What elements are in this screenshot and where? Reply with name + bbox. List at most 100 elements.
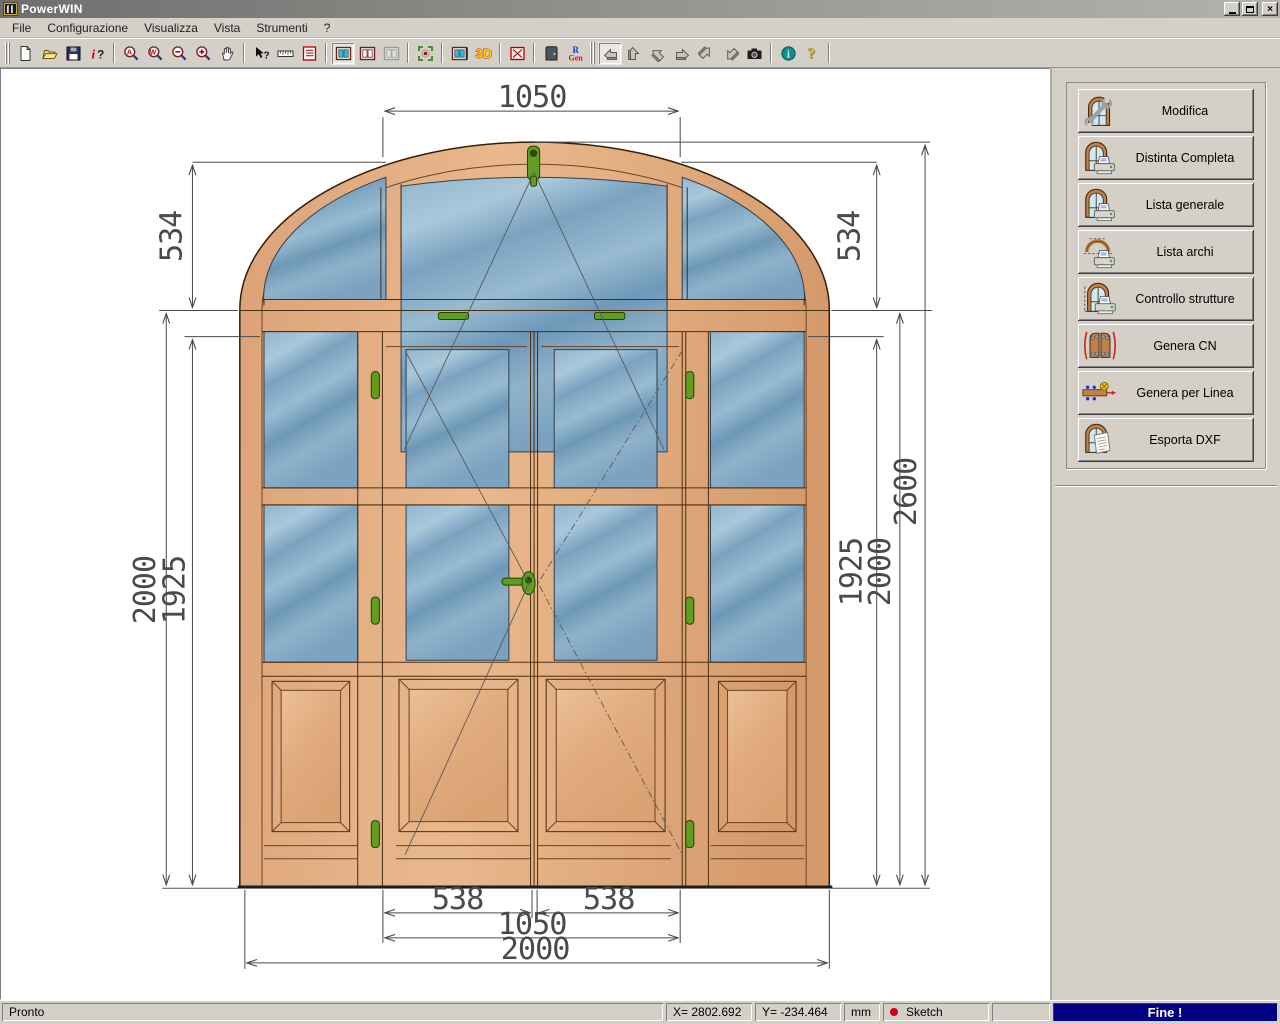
cnc-doors-icon bbox=[1078, 328, 1122, 364]
status-y-coordinate: Y= -234.464 bbox=[755, 1003, 841, 1021]
view-direction-2-button[interactable] bbox=[622, 42, 646, 65]
door-drawing[interactable]: 1050 534 534 2000 1925 1925 2000 2600 53… bbox=[1, 69, 1049, 999]
button-label: Distinta Completa bbox=[1122, 151, 1254, 165]
status-bar: Pronto X= 2802.692 Y= -234.464 mm Sketch… bbox=[0, 1000, 1280, 1024]
leaf-right-lower-glass bbox=[554, 505, 657, 660]
zoom-all-icon: A bbox=[123, 45, 140, 62]
view-direction-4-button[interactable] bbox=[670, 42, 694, 65]
genera-cn-button[interactable]: Genera CN bbox=[1078, 324, 1254, 368]
button-label: Lista generale bbox=[1122, 198, 1254, 212]
close-button[interactable]: × bbox=[1262, 2, 1278, 16]
sidelight-right-upper-glass bbox=[710, 332, 804, 488]
minimize-button[interactable] bbox=[1224, 2, 1240, 16]
controllo-strutture-button[interactable]: Controllo strutture bbox=[1078, 277, 1254, 321]
view-direction-5-button[interactable] bbox=[694, 42, 718, 65]
new-file-button[interactable] bbox=[13, 42, 37, 65]
svg-text:W: W bbox=[149, 49, 156, 56]
delete-frame-button[interactable] bbox=[505, 42, 529, 65]
report-list-button[interactable] bbox=[297, 42, 321, 65]
esporta-dxf-button[interactable]: Esporta DXF bbox=[1078, 418, 1254, 462]
side-panel: Modifica Distinta Completa Lista general… bbox=[1050, 68, 1280, 1000]
menu-help[interactable]: ? bbox=[316, 19, 339, 37]
dim-total-width: 2000 bbox=[501, 932, 570, 967]
window-outline-icon bbox=[359, 45, 376, 62]
measure-button[interactable] bbox=[273, 42, 297, 65]
genera-per-linea-button[interactable]: Genera per Linea bbox=[1078, 371, 1254, 415]
toolbar-separator bbox=[441, 43, 443, 63]
status-mode-label: Sketch bbox=[906, 1005, 943, 1019]
view-cube-icon bbox=[674, 45, 691, 62]
button-label: Modifica bbox=[1122, 104, 1254, 118]
zoom-out-icon bbox=[171, 45, 188, 62]
toolbar-separator bbox=[407, 43, 409, 63]
button-label: Genera per Linea bbox=[1122, 386, 1254, 400]
toolbar-separator bbox=[770, 43, 772, 63]
save-floppy-icon bbox=[65, 45, 82, 62]
drawing-canvas[interactable]: 1050 534 534 2000 1925 1925 2000 2600 53… bbox=[0, 68, 1050, 1000]
menu-configurazione[interactable]: Configurazione bbox=[39, 19, 136, 37]
window-blue-edge-icon bbox=[451, 45, 468, 62]
snapshot-button[interactable] bbox=[742, 42, 766, 65]
distinta-completa-button[interactable]: Distinta Completa bbox=[1078, 136, 1254, 180]
about-button[interactable]: i? bbox=[85, 42, 109, 65]
svg-text:?: ? bbox=[263, 50, 269, 61]
pan-hand-icon bbox=[219, 45, 236, 62]
center-target-button[interactable] bbox=[413, 42, 437, 65]
regen-icon: RGen bbox=[567, 45, 584, 62]
view-cube-icon bbox=[722, 45, 739, 62]
dim-total-height: 2600 bbox=[889, 458, 924, 526]
view-direction-3-button[interactable] bbox=[646, 42, 670, 65]
view-frame-gray-button[interactable] bbox=[379, 42, 403, 65]
help-cursor-icon: ? bbox=[253, 45, 270, 62]
menu-strumenti[interactable]: Strumenti bbox=[248, 19, 315, 37]
export-document-icon bbox=[1078, 422, 1122, 458]
view-direction-1-button[interactable] bbox=[598, 42, 622, 65]
menu-vista[interactable]: Vista bbox=[206, 19, 248, 37]
view-frame-blue-button[interactable] bbox=[331, 42, 355, 65]
status-x-coordinate: X= 2802.692 bbox=[666, 1003, 752, 1021]
toolbar-grabber[interactable] bbox=[589, 42, 596, 64]
frame-section-button[interactable] bbox=[447, 42, 471, 65]
toolbar-separator bbox=[533, 43, 535, 63]
zoom-window-button[interactable]: W bbox=[143, 42, 167, 65]
leaf-hinge bbox=[686, 597, 694, 624]
zoom-in-button[interactable] bbox=[191, 42, 215, 65]
regen-button[interactable]: RGen bbox=[563, 42, 587, 65]
pan-button[interactable] bbox=[215, 42, 239, 65]
structure-check-icon bbox=[1078, 281, 1122, 317]
restore-button[interactable] bbox=[1242, 2, 1258, 16]
svg-text:Gen: Gen bbox=[568, 53, 583, 62]
window-printer-icon bbox=[1078, 187, 1122, 223]
modifica-button[interactable]: Modifica bbox=[1078, 89, 1254, 133]
menu-visualizza[interactable]: Visualizza bbox=[136, 19, 206, 37]
zoom-all-button[interactable]: A bbox=[119, 42, 143, 65]
zoom-out-button[interactable] bbox=[167, 42, 191, 65]
leaf-hinge bbox=[371, 597, 379, 624]
open-folder-icon bbox=[41, 45, 58, 62]
toolbar-grabber[interactable] bbox=[4, 42, 11, 64]
save-button[interactable] bbox=[61, 42, 85, 65]
view-direction-6-button[interactable] bbox=[718, 42, 742, 65]
info-button[interactable]: i bbox=[776, 42, 800, 65]
door-tool-button[interactable] bbox=[539, 42, 563, 65]
lista-generale-button[interactable]: Lista generale bbox=[1078, 183, 1254, 227]
panel-divider bbox=[1055, 485, 1277, 487]
view-cube-icon bbox=[602, 45, 619, 62]
open-file-button[interactable] bbox=[37, 42, 61, 65]
lista-archi-button[interactable]: Lista archi bbox=[1078, 230, 1254, 274]
arch-printer-icon bbox=[1078, 234, 1122, 270]
view-frame-outline-button[interactable] bbox=[355, 42, 379, 65]
zoom-in-icon bbox=[195, 45, 212, 62]
panel bbox=[272, 681, 350, 831]
context-help-button[interactable]: ? bbox=[249, 42, 273, 65]
title-bar[interactable]: PowerWIN × bbox=[0, 0, 1280, 18]
close-icon: × bbox=[1267, 4, 1273, 15]
view-3d-button[interactable]: 3D bbox=[471, 42, 495, 65]
app-icon bbox=[3, 2, 18, 16]
toolbar: i? A W ? 3D RGen i ?? bbox=[0, 38, 1280, 68]
menu-file[interactable]: File bbox=[4, 19, 39, 37]
info-icon: i bbox=[780, 45, 797, 62]
svg-text:i: i bbox=[91, 46, 95, 61]
dim-arch-left: 534 bbox=[154, 211, 189, 262]
help-button[interactable]: ?? bbox=[800, 42, 824, 65]
